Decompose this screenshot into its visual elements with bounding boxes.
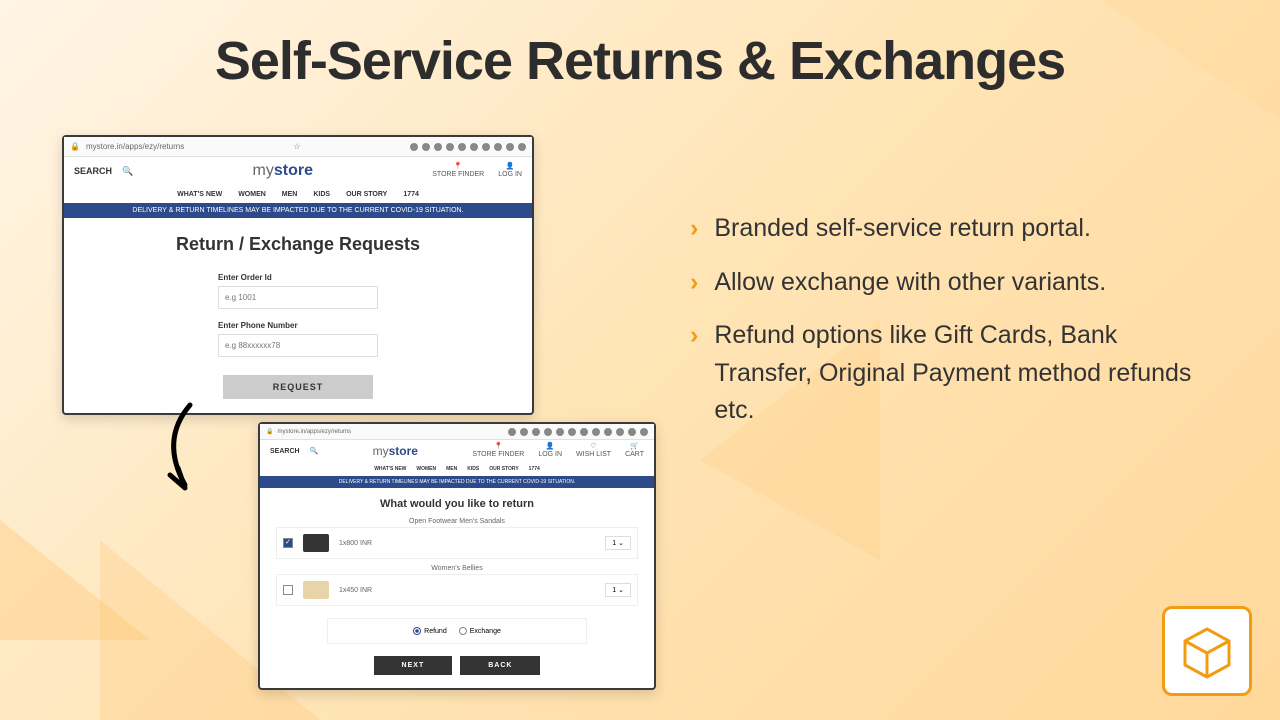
order-id-label: Enter Order Id <box>218 273 378 282</box>
nav-item[interactable]: OUR STORY <box>346 191 387 198</box>
search-icon[interactable]: 🔍 <box>310 447 319 455</box>
announcement-banner: DELIVERY & RETURN TIMELINES MAY BE IMPAC… <box>64 203 532 218</box>
store-finder-link[interactable]: 📍STORE FINDER <box>472 443 524 458</box>
item-price: 1x800 INR <box>339 540 372 547</box>
star-icon: ☆ <box>294 142 301 151</box>
nav-menu: WHAT'S NEW WOMEN MEN KIDS OUR STORY 1774 <box>260 462 654 476</box>
item-price: 1x450 INR <box>339 587 372 594</box>
url-bar: 🔒 mystore.in/apps/ezy/returns <box>260 424 654 440</box>
brand-box-logo <box>1162 606 1252 696</box>
store-header: SEARCH 🔍 mystore 📍STORE FINDER 👤LOG IN <box>64 157 532 185</box>
nav-item[interactable]: OUR STORY <box>489 466 518 472</box>
lock-icon: 🔒 <box>70 142 80 151</box>
phone-input[interactable] <box>218 334 378 357</box>
item-name: Women's Bellies <box>276 565 638 572</box>
feature-item: ›Allow exchange with other variants. <box>690 264 1220 302</box>
page-title: Self-Service Returns & Exchanges <box>0 30 1280 92</box>
search-label: SEARCH <box>74 166 112 176</box>
nav-item[interactable]: KIDS <box>467 466 479 472</box>
product-image <box>303 534 329 552</box>
nav-item[interactable]: WOMEN <box>416 466 436 472</box>
item-row: 1x800 INR 1 ⌄ <box>276 527 638 559</box>
url-bar: 🔒 mystore.in/apps/ezy/returns ☆ <box>64 137 532 157</box>
chevron-right-icon: › <box>690 264 698 302</box>
feature-list: ›Branded self-service return portal. ›Al… <box>690 210 1220 446</box>
chevron-right-icon: › <box>690 317 698 430</box>
extension-icons <box>410 143 526 151</box>
nav-item[interactable]: MEN <box>282 191 298 198</box>
user-icon: 👤 <box>506 163 515 171</box>
qty-selector[interactable]: 1 ⌄ <box>605 536 631 550</box>
chevron-down-icon: ⌄ <box>618 587 624 594</box>
feature-item: ›Branded self-service return portal. <box>690 210 1220 248</box>
store-header: SEARCH 🔍 mystore 📍STORE FINDER 👤LOG IN ♡… <box>260 440 654 462</box>
login-link[interactable]: 👤LOG IN <box>498 163 522 178</box>
qty-selector[interactable]: 1 ⌄ <box>605 583 631 597</box>
refund-exchange-options: Refund Exchange <box>327 618 587 644</box>
nav-item[interactable]: WHAT'S NEW <box>177 191 222 198</box>
cart-link[interactable]: 🛒CART <box>625 443 644 458</box>
item-row: 1x450 INR 1 ⌄ <box>276 574 638 606</box>
item-checkbox[interactable] <box>283 585 293 595</box>
radio-icon <box>413 627 421 635</box>
nav-item[interactable]: WHAT'S NEW <box>374 466 406 472</box>
form-title: Return / Exchange Requests <box>64 234 532 255</box>
back-button[interactable]: BACK <box>460 656 540 675</box>
store-finder-link[interactable]: 📍STORE FINDER <box>432 163 484 178</box>
wishlist-link[interactable]: ♡WISH LIST <box>576 443 611 458</box>
nav-menu: WHAT'S NEW WOMEN MEN KIDS OUR STORY 1774 <box>64 185 532 203</box>
nav-item[interactable]: 1774 <box>403 191 419 198</box>
exchange-option[interactable]: Exchange <box>459 627 501 635</box>
announcement-banner: DELIVERY & RETURN TIMELINES MAY BE IMPAC… <box>260 476 654 488</box>
browser-window-1: 🔒 mystore.in/apps/ezy/returns ☆ SEARCH 🔍… <box>62 135 534 415</box>
nav-item[interactable]: KIDS <box>313 191 330 198</box>
browser-window-2: 🔒 mystore.in/apps/ezy/returns SEARCH 🔍 m… <box>258 422 656 690</box>
arrow-icon <box>150 400 230 500</box>
url-text: mystore.in/apps/ezy/returns <box>277 429 351 435</box>
search-label: SEARCH <box>270 448 300 455</box>
search-icon[interactable]: 🔍 <box>122 166 133 177</box>
chevron-down-icon: ⌄ <box>618 540 624 547</box>
refund-option[interactable]: Refund <box>413 627 447 635</box>
feature-item: ›Refund options like Gift Cards, Bank Tr… <box>690 317 1220 430</box>
logo: mystore <box>253 162 313 180</box>
radio-icon <box>459 627 467 635</box>
order-id-input[interactable] <box>218 286 378 309</box>
nav-item[interactable]: WOMEN <box>238 191 266 198</box>
chevron-right-icon: › <box>690 210 698 248</box>
product-image <box>303 581 329 599</box>
next-button[interactable]: NEXT <box>374 656 453 675</box>
phone-label: Enter Phone Number <box>218 321 378 330</box>
login-link[interactable]: 👤LOG IN <box>538 443 562 458</box>
extension-icons <box>508 428 648 436</box>
request-button[interactable]: REQUEST <box>223 375 374 399</box>
item-name: Open Footwear Men's Sandals <box>276 518 638 525</box>
location-icon: 📍 <box>454 163 463 171</box>
item-checkbox[interactable] <box>283 538 293 548</box>
return-title: What would you like to return <box>260 498 654 510</box>
nav-item[interactable]: MEN <box>446 466 457 472</box>
logo: mystore <box>373 444 418 458</box>
lock-icon: 🔒 <box>266 428 273 435</box>
url-text: mystore.in/apps/ezy/returns <box>86 142 184 151</box>
nav-item[interactable]: 1774 <box>529 466 540 472</box>
